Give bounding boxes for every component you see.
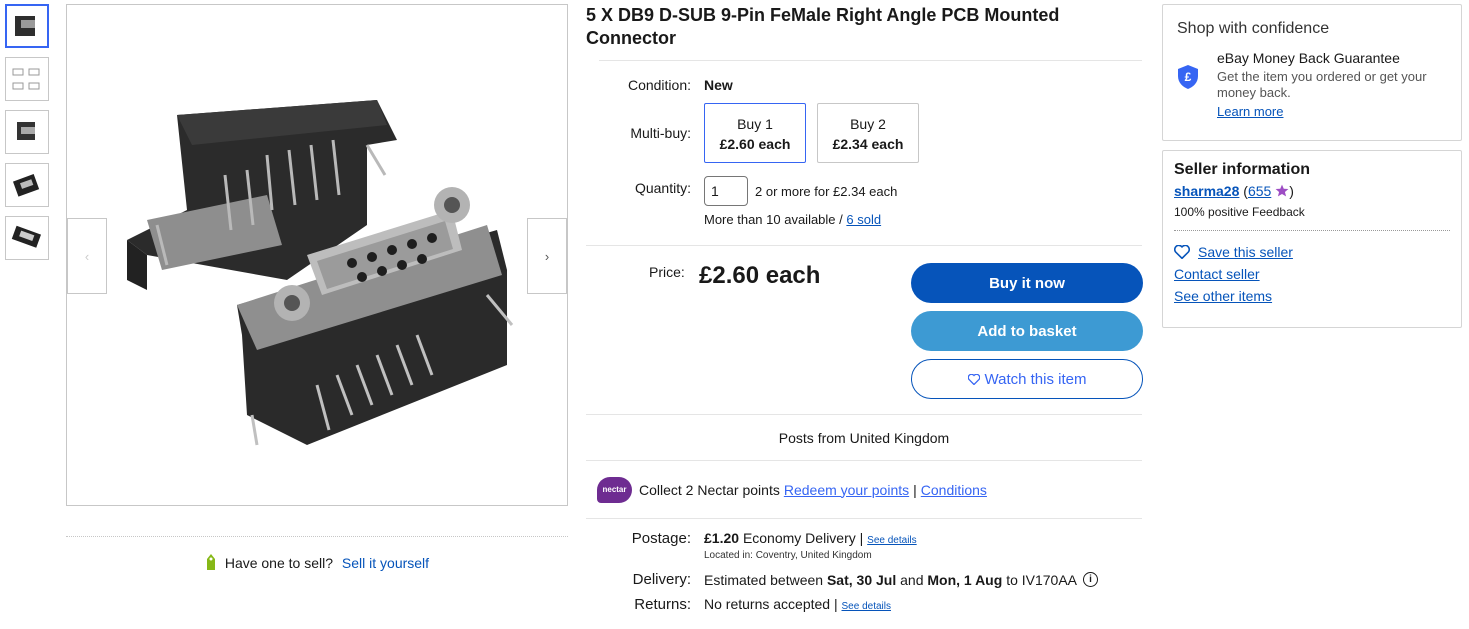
see-other-items-link[interactable]: See other items xyxy=(1174,288,1450,304)
postage-row: Postage: £1.20 Economy Delivery | See de… xyxy=(586,530,1142,561)
sell-it-yourself-link[interactable]: Sell it yourself xyxy=(342,555,429,571)
item-details: 5 X DB9 D-SUB 9-Pin FeMale Right Angle P… xyxy=(586,4,1143,613)
star-icon xyxy=(1275,184,1289,197)
multibuy-qty: Buy 1 xyxy=(737,116,773,132)
posts-from: Posts from United Kingdom xyxy=(778,429,950,446)
shop-with-confidence-card: Shop with confidence £ eBay Money Back G… xyxy=(1162,4,1462,141)
condition-value: New xyxy=(704,77,733,93)
multibuy-price: £2.34 each xyxy=(832,136,904,152)
available-text: More than 10 available / xyxy=(704,212,843,227)
shield-pound-icon: £ xyxy=(1178,65,1198,89)
quantity-discount-note: 2 or more for £2.34 each xyxy=(755,183,898,199)
main-product-image[interactable]: ‹ › xyxy=(66,4,568,506)
add-to-basket-button[interactable]: Add to basket xyxy=(911,311,1143,351)
price-value: £2.60 each xyxy=(699,262,821,289)
sell-yours-prompt: Have one to sell? Sell it yourself xyxy=(66,536,568,571)
postage-info: £1.20 Economy Delivery | See details xyxy=(704,530,917,546)
previous-image-button[interactable]: ‹ xyxy=(67,218,107,294)
db9-connector-picture xyxy=(127,100,514,446)
money-back-guarantee: £ eBay Money Back Guarantee Get the item… xyxy=(1177,50,1447,119)
returns-row: Returns: No returns accepted | See detai… xyxy=(586,596,1142,613)
thumbnail-3[interactable] xyxy=(5,110,49,154)
multibuy-option-1[interactable]: Buy 1 £2.60 each xyxy=(704,103,806,163)
returns-text: No returns accepted | xyxy=(704,596,838,612)
positive-feedback: 100% positive Feedback xyxy=(1174,205,1305,219)
thumbnail-strip xyxy=(5,4,51,269)
condition-label: Condition: xyxy=(627,77,691,93)
multibuy-row: Multi-buy: Buy 1 £2.60 each Buy 2 £2.34 … xyxy=(586,103,1142,163)
multibuy-label: Multi-buy: xyxy=(630,125,691,141)
postage-label: Postage: xyxy=(631,530,691,547)
seller-name-row: sharma28 (655 ) xyxy=(1174,183,1450,199)
chevron-right-icon: › xyxy=(544,248,550,264)
item-title: 5 X DB9 D-SUB 9-Pin FeMale Right Angle P… xyxy=(586,5,1060,48)
delivery-row: Delivery: Estimated between Sat, 30 Jul … xyxy=(586,571,1142,588)
divider xyxy=(1174,230,1450,231)
item-location: Located in: Coventry, United Kingdom xyxy=(704,550,872,561)
delivery-date-end: Mon, 1 Aug xyxy=(927,571,1003,588)
multibuy-price: £2.60 each xyxy=(719,136,791,152)
nectar-points: Collect 2 Nectar points xyxy=(639,481,780,498)
thumbnail-5[interactable] xyxy=(5,216,49,260)
delivery-and: and xyxy=(900,571,924,588)
divider xyxy=(599,60,1142,61)
svg-text:£: £ xyxy=(1185,70,1192,84)
quantity-input[interactable]: 1 xyxy=(704,176,748,206)
guarantee-title: eBay Money Back Guarantee xyxy=(1217,50,1400,66)
feedback-score-link[interactable]: 655 xyxy=(1248,183,1271,199)
returns-label: Returns: xyxy=(634,596,691,613)
postage-price: £1.20 xyxy=(704,530,740,546)
price-tag-icon xyxy=(206,554,215,570)
contact-seller-link[interactable]: Contact seller xyxy=(1174,266,1450,282)
delivery-date-start: Sat, 30 Jul xyxy=(826,571,897,588)
delivery-prefix: Estimated between xyxy=(704,571,824,588)
postage-details-link[interactable]: See details xyxy=(867,535,916,546)
quantity-label: Quantity: xyxy=(634,180,691,196)
purchase-area: Price: £2.60 each Buy it now Add to bask… xyxy=(586,246,1143,414)
divider xyxy=(586,518,1142,519)
save-seller-link[interactable]: Save this seller xyxy=(1198,244,1293,260)
price-label: Price: xyxy=(649,264,685,280)
thumbnail-4[interactable] xyxy=(5,163,49,207)
learn-more-link[interactable]: Learn more xyxy=(1217,104,1437,119)
delivery-postcode: to IV170AA xyxy=(1006,571,1078,588)
heart-icon xyxy=(967,373,980,385)
thumbnail-1[interactable] xyxy=(5,4,49,48)
chevron-left-icon: ‹ xyxy=(84,248,90,264)
nectar-conditions-link[interactable]: Conditions xyxy=(921,482,987,498)
buy-it-now-button[interactable]: Buy it now xyxy=(911,263,1143,303)
delivery-info: Estimated between Sat, 30 Jul and Mon, 1… xyxy=(704,571,1099,588)
seller-info-card: Seller information sharma28 (655 ) 100% … xyxy=(1162,150,1462,328)
nectar-row: nectar Collect 2 Nectar points Redeem yo… xyxy=(586,461,1142,518)
seller-title: Seller information xyxy=(1174,161,1311,178)
multibuy-option-2[interactable]: Buy 2 £2.34 each xyxy=(817,103,919,163)
returns-details-link[interactable]: See details xyxy=(842,601,891,612)
condition-row: Condition: New xyxy=(586,77,1142,93)
separator: | xyxy=(913,481,917,498)
quantity-row: Quantity: 1 2 or more for £2.34 each Mor… xyxy=(586,176,1142,227)
sell-question: Have one to sell? xyxy=(224,555,334,571)
info-icon[interactable]: i xyxy=(1083,572,1099,587)
save-seller-row[interactable]: Save this seller xyxy=(1174,244,1450,260)
seller-name-link[interactable]: sharma28 xyxy=(1174,183,1239,199)
confidence-title: Shop with confidence xyxy=(1177,20,1330,37)
paren-close: ) xyxy=(1289,183,1294,199)
availability: More than 10 available / 6 sold xyxy=(704,212,897,227)
nectar-logo-icon: nectar xyxy=(597,476,632,503)
postage-method: Economy Delivery | xyxy=(742,530,864,546)
thumbnail-2[interactable] xyxy=(5,57,49,101)
watch-item-label: Watch this item xyxy=(984,370,1087,388)
delivery-label: Delivery: xyxy=(632,571,691,588)
redeem-points-link[interactable]: Redeem your points xyxy=(784,482,909,498)
heart-icon xyxy=(1174,245,1190,259)
multibuy-qty: Buy 2 xyxy=(850,116,886,132)
next-image-button[interactable]: › xyxy=(527,218,567,294)
guarantee-text: Get the item you ordered or get your mon… xyxy=(1217,69,1427,100)
watch-item-button[interactable]: Watch this item xyxy=(911,359,1143,399)
sold-count-link[interactable]: 6 sold xyxy=(846,212,881,227)
returns-info: No returns accepted | See details xyxy=(704,596,891,613)
